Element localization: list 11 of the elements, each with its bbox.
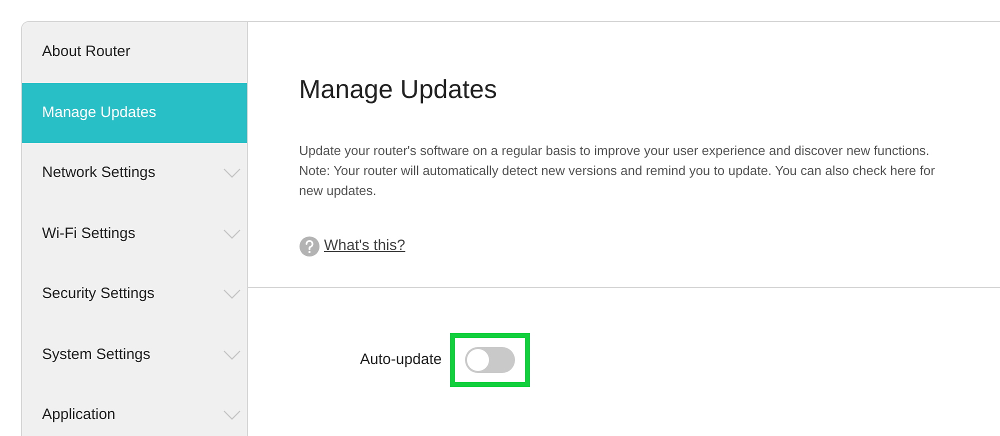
sidebar-item[interactable]: Application xyxy=(22,385,247,436)
sidebar-item[interactable]: About Router xyxy=(22,22,247,82)
whats-this-link[interactable]: What's this? xyxy=(324,235,406,258)
note-text: Note: Your router will automatically detect new versions and remind you to update. You can also check here for new updates. xyxy=(299,162,936,200)
setting-label: Auto-update xyxy=(360,350,442,370)
description-text: Update your router's software on a regular basis to improve your user experience and discover new functions. xyxy=(299,142,930,160)
sidebar-item[interactable]: Wi-Fi Settings xyxy=(22,204,247,264)
sidebar-item[interactable]: System Settings xyxy=(22,324,247,385)
page-title: Manage Updates xyxy=(299,74,498,106)
sidebar-item[interactable]: Security Settings xyxy=(22,264,247,324)
sidebar-item[interactable]: Network Settings xyxy=(22,143,247,204)
